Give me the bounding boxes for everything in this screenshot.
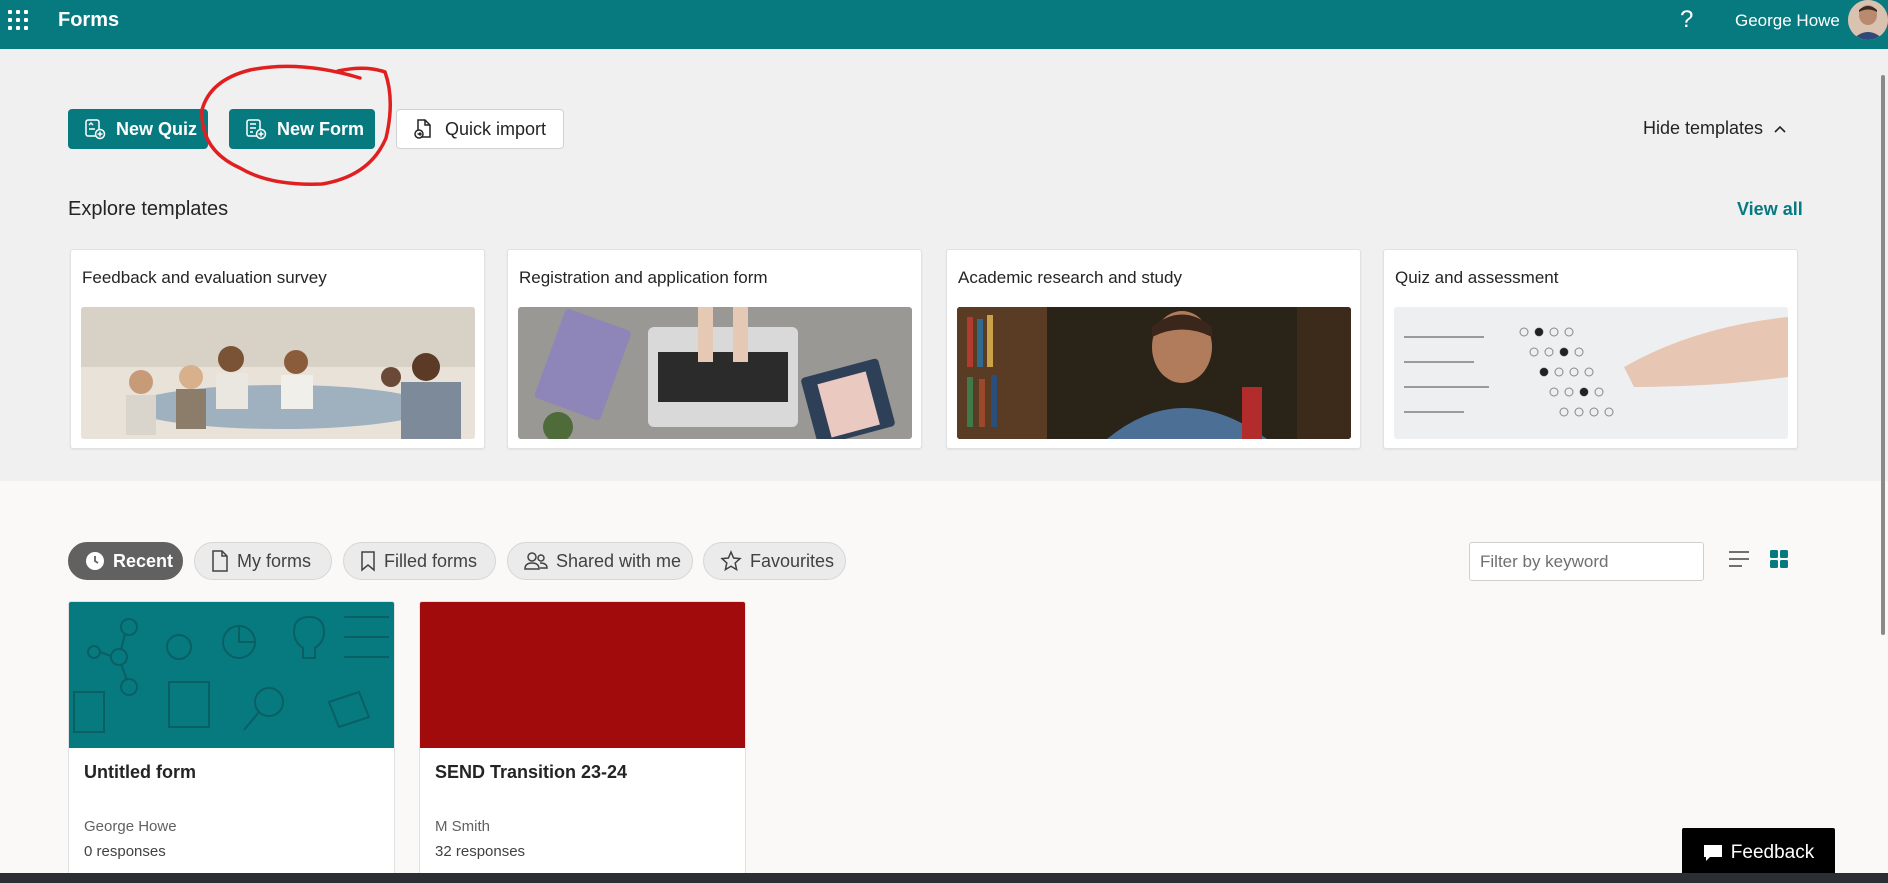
quick-import-label: Quick import xyxy=(445,118,547,139)
template-image xyxy=(1394,307,1788,439)
form-card[interactable]: SEND Transition 23-24 M Smith 32 respons… xyxy=(419,601,746,883)
comment-icon xyxy=(1703,845,1722,861)
document-icon xyxy=(212,550,228,572)
taskbar-edge xyxy=(0,873,1888,883)
template-image xyxy=(957,307,1351,439)
template-card[interactable]: Registration and application form xyxy=(507,249,922,449)
form-name: Untitled form xyxy=(84,762,196,782)
explore-templates-title: Explore templates xyxy=(68,198,229,220)
clock-icon xyxy=(86,552,104,570)
hide-templates-toggle[interactable]: Hide templates xyxy=(1643,118,1787,139)
tab-my-forms[interactable]: My forms xyxy=(194,542,332,580)
star-icon xyxy=(720,550,742,572)
new-form-button[interactable]: New Form xyxy=(229,109,375,149)
import-document-icon xyxy=(414,119,431,139)
tab-recent[interactable]: Recent xyxy=(68,542,183,580)
page-scrollbar[interactable] xyxy=(1880,55,1886,875)
new-quiz-label: New Quiz xyxy=(116,118,198,139)
new-quiz-button[interactable]: New Quiz xyxy=(68,109,208,149)
new-form-label: New Form xyxy=(277,118,365,139)
bookmark-icon xyxy=(361,551,375,572)
list-view-icon[interactable] xyxy=(1728,549,1750,574)
template-image xyxy=(81,307,475,439)
app-launcher-icon[interactable] xyxy=(6,8,30,32)
tab-favourites[interactable]: Favourites xyxy=(703,542,846,580)
form-banner xyxy=(69,602,394,748)
chevron-up-icon xyxy=(1774,125,1786,133)
quick-import-button[interactable]: Quick import xyxy=(396,109,564,149)
app-name[interactable]: Forms xyxy=(58,9,119,32)
new-quiz-icon xyxy=(85,119,106,140)
feedback-button[interactable]: Feedback xyxy=(1682,828,1835,878)
template-title: Feedback and evaluation survey xyxy=(82,268,327,287)
form-name: SEND Transition 23-24 xyxy=(435,762,628,782)
help-icon[interactable]: ? xyxy=(1680,6,1693,34)
people-icon xyxy=(524,552,548,570)
template-card[interactable]: Academic research and study xyxy=(946,249,1361,449)
template-card[interactable]: Quiz and assessment xyxy=(1383,249,1798,449)
tab-shared-with-me[interactable]: Shared with me xyxy=(507,542,693,580)
tab-filled-forms[interactable]: Filled forms xyxy=(343,542,496,580)
new-form-icon xyxy=(246,119,267,140)
template-title: Academic research and study xyxy=(958,268,1182,287)
grid-view-icon[interactable] xyxy=(1769,549,1789,574)
avatar[interactable] xyxy=(1848,0,1888,40)
tab-recent-label: Recent xyxy=(113,550,174,571)
tab-shared-with-me-label: Shared with me xyxy=(556,550,682,571)
template-image xyxy=(518,307,912,439)
form-responses: 32 responses xyxy=(435,843,526,860)
template-title: Quiz and assessment xyxy=(1395,268,1559,287)
view-all-link[interactable]: View all xyxy=(1737,199,1803,220)
template-card[interactable]: Feedback and evaluation survey xyxy=(70,249,485,449)
hide-templates-label: Hide templates xyxy=(1643,118,1764,138)
form-responses: 0 responses xyxy=(84,843,166,860)
user-name[interactable]: George Howe xyxy=(1735,11,1840,31)
tab-favourites-label: Favourites xyxy=(750,550,835,571)
template-title: Registration and application form xyxy=(519,268,768,287)
tab-my-forms-label: My forms xyxy=(237,550,311,571)
feedback-label: Feedback xyxy=(1730,842,1815,863)
form-owner: M Smith xyxy=(435,818,491,835)
form-owner: George Howe xyxy=(84,818,177,835)
form-banner xyxy=(420,602,745,748)
tab-filled-forms-label: Filled forms xyxy=(384,550,478,571)
top-bar: Forms ? George Howe xyxy=(0,0,1888,49)
filter-input[interactable] xyxy=(1469,542,1704,581)
form-card[interactable]: Untitled form George Howe 0 responses xyxy=(68,601,395,883)
